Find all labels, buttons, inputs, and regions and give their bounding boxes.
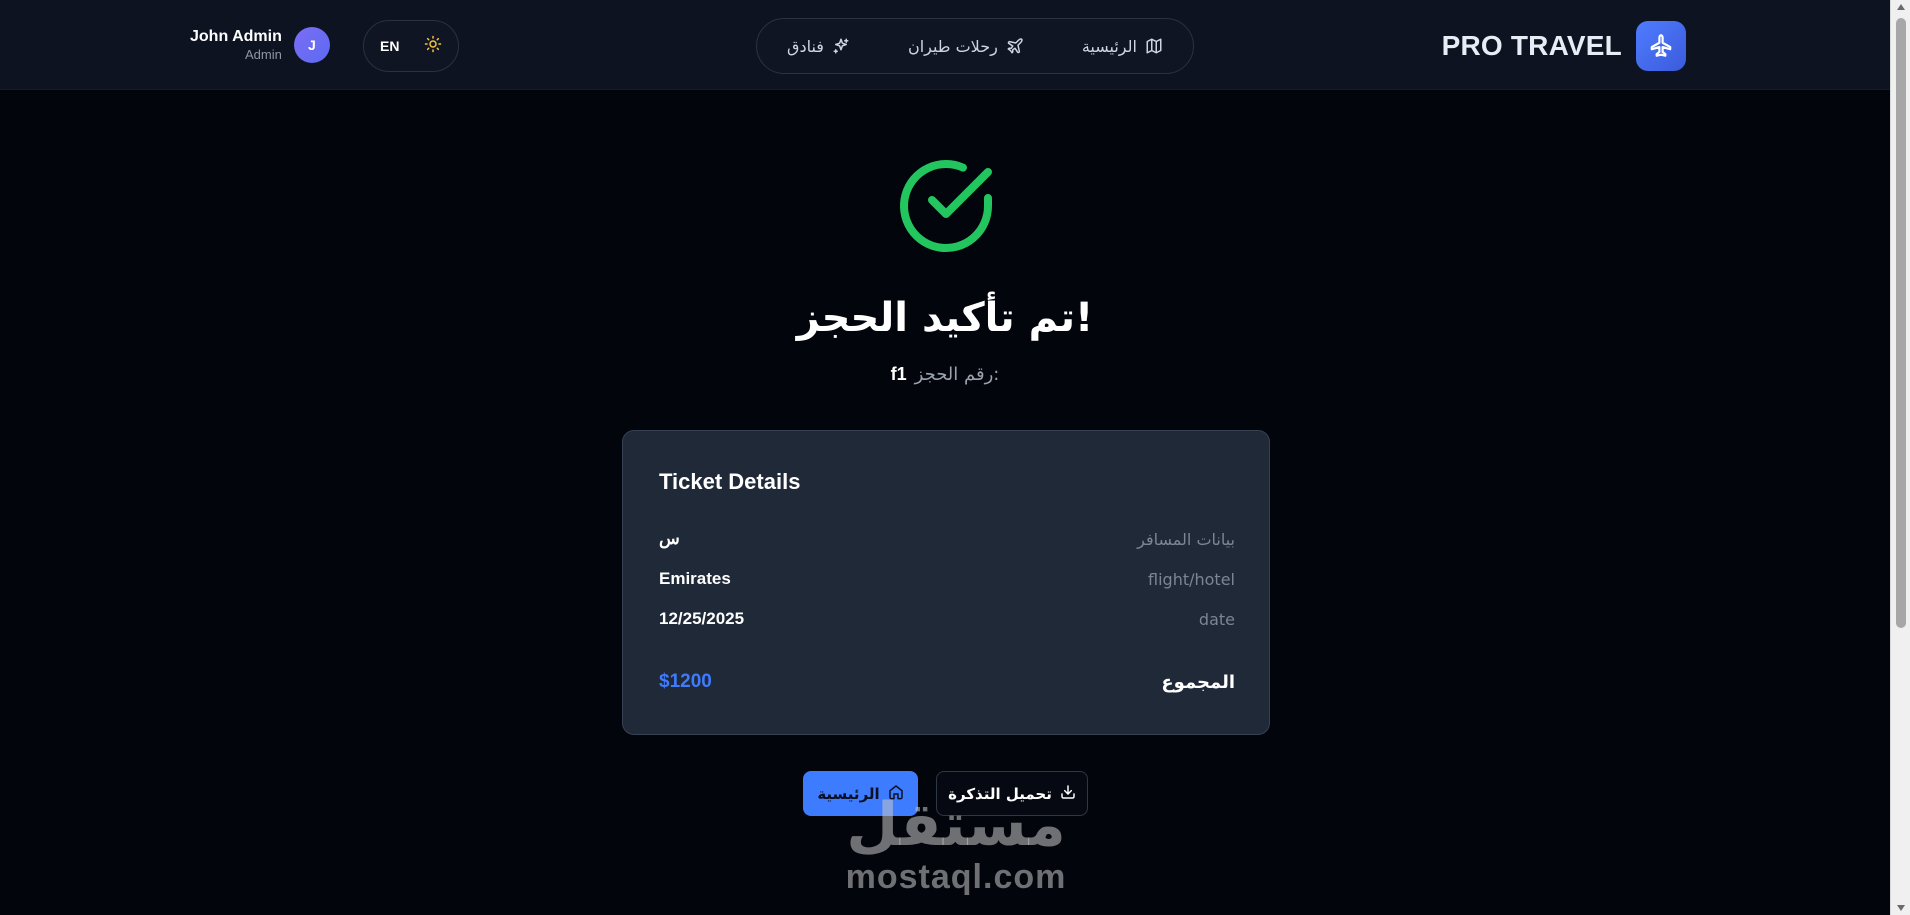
nav-item-home[interactable]: الرئيسية [1082,37,1163,56]
language-button[interactable]: EN [380,38,399,54]
ticket-row: Emirates flight/hotel [659,569,1235,589]
page-title: تم تأكيد الحجز! [796,295,1094,341]
brand-name: PRO TRAVEL [1441,30,1622,61]
vertical-scrollbar[interactable] [1890,0,1910,915]
booking-reference: رقم الحجز: f1 [0,364,1890,385]
map-icon [1145,37,1163,55]
nav-label: الرئيسية [1081,36,1137,56]
ticket-total: $1200 المجموع [659,671,1235,693]
ticket-title: Ticket Details [659,469,801,494]
user-menu[interactable]: John Admin Admin J [190,27,330,63]
user-name: John Admin [190,28,282,45]
nav-label: رحلات طيران [907,36,998,56]
sparkles-icon [832,37,850,55]
total-label: المجموع [1161,671,1235,693]
check-circle-icon [894,154,998,262]
ticket-row: 12/25/2025 date [659,609,1235,629]
ticket-row: س بيانات المسافر [659,529,1235,549]
nav-label: فنادق [787,36,824,56]
scroll-up-arrow-icon[interactable] [1897,4,1905,10]
home-button[interactable]: الرئيسية [803,771,918,816]
download-label: تحميل التذكرة [948,784,1052,803]
user-info: John Admin Admin [190,27,282,63]
scroll-thumb[interactable] [1896,18,1906,628]
brand[interactable]: PRO TRAVEL [1442,21,1686,71]
scroll-down-arrow-icon[interactable] [1897,905,1905,911]
download-ticket-button[interactable]: تحميل التذكرة [936,771,1088,816]
watermark-latin: mostaql.com [845,858,1067,896]
ticket-row-label: بيانات المسافر [1137,529,1235,549]
main-nav: الرئيسية رحلات طيران فنادق [756,18,1194,74]
booking-ref-label: رقم الحجز: [914,364,1000,385]
nav-item-hotels[interactable]: فنادق [787,37,850,56]
download-icon [1060,784,1076,804]
ticket-row-label: date [1198,609,1235,629]
ticket-details-card: Ticket Details س بيانات المسافر Emirates… [622,430,1270,735]
page: PRO TRAVEL الرئيسية رحلات طيران فنادق EN… [0,0,1910,915]
ticket-row-value: Emirates [659,569,731,588]
user-role: Admin [244,47,282,62]
ticket-row-label: flight/hotel [1148,569,1235,589]
home-icon [888,784,904,804]
ticket-row-value: س [659,529,680,548]
top-header: PRO TRAVEL الرئيسية رحلات طيران فنادق EN… [0,0,1890,90]
booking-ref-value: f1 [890,364,907,384]
plane-icon [1006,37,1024,55]
language-theme-toggle: EN [363,20,459,72]
plane-logo-icon [1636,21,1686,71]
ticket-row-value: 12/25/2025 [659,609,745,628]
nav-item-flights[interactable]: رحلات طيران [908,37,1024,56]
home-label: الرئيسية [817,784,880,803]
total-value: $1200 [659,671,712,692]
sun-icon[interactable] [424,35,442,57]
avatar[interactable]: J [293,27,330,63]
